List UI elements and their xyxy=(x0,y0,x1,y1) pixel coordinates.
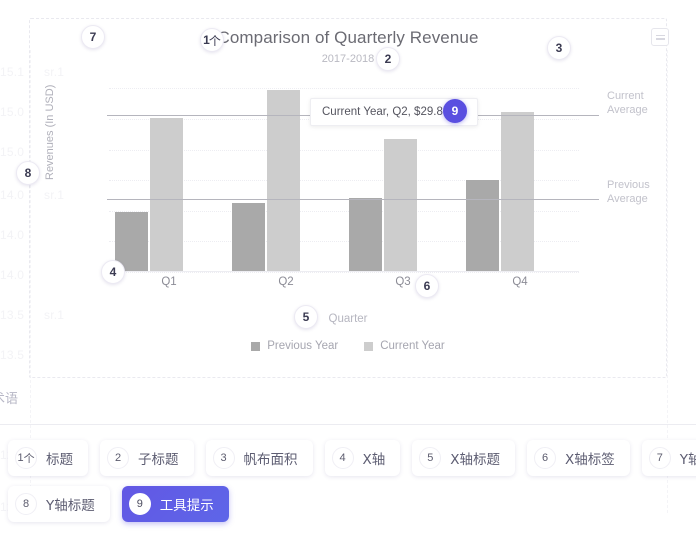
chip-label: 帆布面积 xyxy=(243,452,298,468)
reference-label-line2: Average xyxy=(607,104,648,116)
terminology-chip-2[interactable]: 2 子标题 xyxy=(100,440,194,476)
marker-number: 2 xyxy=(384,52,392,66)
y-axis-title: Revenues (In USD) xyxy=(44,84,56,180)
chip-label: Y轴标题 xyxy=(46,498,95,514)
chip-label: X轴标题 xyxy=(450,452,500,468)
section-divider xyxy=(0,424,696,425)
marker-6-x-axis-label[interactable]: 6 xyxy=(415,274,439,298)
chip-number-badge: 8 xyxy=(15,493,37,515)
marker-number: 4 xyxy=(109,265,117,279)
reference-label-line1: Previous xyxy=(607,179,650,191)
chip-number-badge: 2 xyxy=(107,447,129,469)
bar-current-year-q4[interactable] xyxy=(501,111,534,272)
terminology-chip-3[interactable]: 3 帆布面积 xyxy=(205,440,313,476)
page-root: 15.1 15.0 15.0 14.0 14.0 14.0 13.5 13.5 … xyxy=(0,0,696,543)
menu-bar xyxy=(655,34,665,36)
terminology-chip-9[interactable]: 9 工具提示 xyxy=(121,486,229,522)
chip-label: Y轴 xyxy=(679,452,696,468)
marker-4-x-axis[interactable]: 4 xyxy=(101,260,125,284)
chip-number-badge: 1个 xyxy=(15,447,37,469)
reference-label-line2: Average xyxy=(607,193,648,205)
legend-swatch-icon xyxy=(364,341,374,351)
terminology-chip-4[interactable]: 4 X轴 xyxy=(324,440,401,476)
bar-current-year-q3[interactable] xyxy=(384,139,417,272)
bar-group-q4 xyxy=(466,76,583,272)
reference-label-current-average: Current Average xyxy=(607,89,696,117)
chip-label: X轴标签 xyxy=(565,452,615,468)
marker-2-subtitle[interactable]: 2 xyxy=(376,47,400,71)
chart-subtitle: 2017-2018 xyxy=(321,53,375,65)
chip-label: 子标题 xyxy=(138,452,179,468)
chip-number: 3 xyxy=(220,452,227,464)
hamburger-menu-icon[interactable] xyxy=(651,28,669,46)
x-axis-tick-label-q1: Q1 xyxy=(161,276,177,288)
bar-current-year-q1[interactable] xyxy=(150,117,183,272)
chip-number-badge: 5 xyxy=(419,447,442,469)
chip-label: X轴 xyxy=(362,452,386,468)
marker-number: 5 xyxy=(302,310,310,324)
marker-number: 3 xyxy=(555,41,563,55)
terminology-chip-1[interactable]: 1个 标题 xyxy=(8,440,88,476)
terminology-chip-5[interactable]: 5 X轴标题 xyxy=(412,440,515,476)
chart-legend: Previous Year Current Year xyxy=(0,340,696,352)
marker-suffix: 个 xyxy=(208,33,221,48)
legend-label: Previous Year xyxy=(267,340,339,352)
gridline xyxy=(109,272,579,273)
reference-line-previous-average xyxy=(107,198,599,200)
chip-number-badge: 3 xyxy=(212,447,235,469)
marker-number: 7 xyxy=(89,30,97,44)
chip-number: 9 xyxy=(136,498,143,510)
chip-number: 8 xyxy=(22,498,30,510)
x-axis-title: Quarter xyxy=(328,313,368,325)
legend-swatch-icon xyxy=(251,341,261,351)
marker-3-canvas-area[interactable]: 3 xyxy=(547,36,571,60)
chip-number: 6 xyxy=(541,452,549,464)
terminology-header-label: 术语 xyxy=(0,392,19,407)
chip-number-badge: 7 xyxy=(648,447,671,469)
chip-number-badge: 6 xyxy=(534,447,556,469)
terminology-chip-7[interactable]: 7 Y轴 xyxy=(641,440,696,476)
marker-8-y-axis-title[interactable]: 8 xyxy=(16,161,40,185)
legend-item-previous-year[interactable]: Previous Year xyxy=(251,340,338,352)
x-axis-tick-label-q3: Q3 xyxy=(395,276,411,288)
terminology-chip-list: 1个 标题 2 子标题 3 帆布面积 4 X轴 5 X轴标题 6 X轴标签 7 … xyxy=(0,440,696,522)
bar-group-q1 xyxy=(115,76,232,272)
legend-label: Current Year xyxy=(380,340,445,352)
reference-label-line1: Current xyxy=(607,90,644,102)
chip-number: 4 xyxy=(339,452,346,464)
x-axis-line xyxy=(109,271,579,272)
marker-number: 9 xyxy=(451,104,459,118)
chip-label: 标题 xyxy=(46,452,73,468)
terminology-chip-6[interactable]: 6 X轴标签 xyxy=(527,440,630,476)
terminology-header: 术语 xyxy=(0,388,696,424)
chip-label: 工具提示 xyxy=(159,498,214,514)
chip-number-suffix: 个 xyxy=(23,453,35,465)
marker-number: 6 xyxy=(423,279,431,293)
x-axis-tick-label-q4: Q4 xyxy=(512,276,528,288)
chip-number: 2 xyxy=(114,452,122,464)
bar-previous-year-q4[interactable] xyxy=(466,180,499,272)
chip-number-badge: 9 xyxy=(128,493,151,515)
chip-number: 5 xyxy=(427,452,434,464)
marker-9-tooltip[interactable]: 9 xyxy=(443,99,467,123)
marker-1-title[interactable]: 1个 xyxy=(200,28,224,52)
bar-previous-year-q2[interactable] xyxy=(232,202,265,272)
legend-item-current-year[interactable]: Current Year xyxy=(364,340,445,352)
terminology-chip-8[interactable]: 8 Y轴标题 xyxy=(8,486,110,522)
chip-number-badge: 4 xyxy=(331,447,354,469)
menu-bar xyxy=(655,38,665,40)
bar-current-year-q2[interactable] xyxy=(267,89,300,272)
marker-number: 8 xyxy=(24,166,32,180)
chart-illustration: Comparison of Quarterly Revenue 2017-201… xyxy=(0,0,696,382)
bar-previous-year-q3[interactable] xyxy=(349,197,382,272)
reference-label-previous-average: Previous Average xyxy=(607,178,696,206)
chip-number: 7 xyxy=(656,452,663,464)
marker-7-y-axis[interactable]: 7 xyxy=(81,25,105,49)
x-axis-tick-label-q2: Q2 xyxy=(278,276,294,288)
marker-5-x-axis-title[interactable]: 5 xyxy=(294,305,318,329)
